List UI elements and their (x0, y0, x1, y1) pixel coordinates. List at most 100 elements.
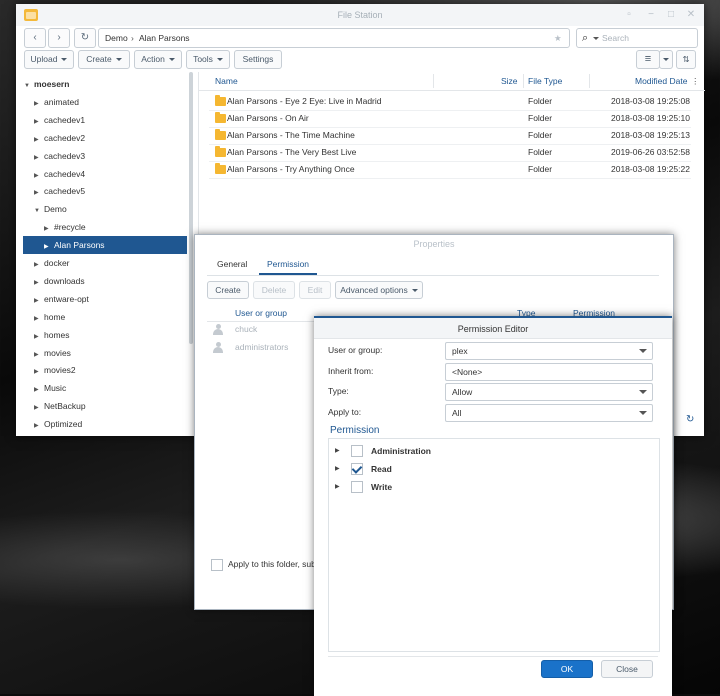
properties-title[interactable]: Properties (195, 235, 673, 253)
tree-item[interactable]: ▶ NetBackup (16, 397, 186, 415)
action-button[interactable]: Action (134, 50, 182, 69)
back-icon: ‹ (33, 32, 37, 43)
view-dropdown-button[interactable] (659, 50, 673, 69)
tools-button[interactable]: Tools (186, 50, 230, 69)
advanced-options-button[interactable]: Advanced options (335, 281, 423, 299)
window-titlebar[interactable]: File Station (16, 4, 704, 26)
file-row[interactable]: Alan Parsons - On Air Folder 2018-03-08 19… (209, 110, 691, 128)
pin-icon[interactable]: ▫ (620, 4, 638, 26)
folder-icon (215, 163, 226, 174)
apply-to-select[interactable]: All (445, 404, 653, 422)
breadcrumb-alan-parsons[interactable]: Alan Parsons (139, 29, 190, 47)
apply-to-subfolders-checkbox[interactable] (211, 559, 223, 571)
tree-item[interactable]: ▶ Optimized (16, 415, 186, 433)
chevron-right-icon[interactable]: ▶ (335, 478, 340, 496)
file-row[interactable]: Alan Parsons - Eye 2 Eye: Live in Madrid… (209, 93, 691, 111)
forward-button[interactable]: › (48, 28, 70, 48)
tree-item[interactable]: ▶ home (16, 308, 186, 326)
breadcrumb-demo[interactable]: Demo (105, 29, 128, 47)
user-or-group-select[interactable]: plex (445, 342, 653, 360)
ok-button[interactable]: OK (541, 660, 593, 678)
upload-button[interactable]: Upload (24, 50, 74, 69)
tab-permission[interactable]: Permission (259, 255, 318, 275)
refresh-button[interactable]: ↻ (74, 28, 96, 48)
apply-to-value: All (452, 408, 462, 418)
group-icon (213, 342, 223, 353)
path-bar[interactable]: Demo › Alan Parsons ★ (98, 28, 570, 48)
tree-item-label: animated (44, 96, 79, 107)
tree-item[interactable]: ▶ movies2 (16, 361, 186, 379)
chevron-down-icon (639, 411, 647, 415)
column-name[interactable]: Name (215, 72, 238, 90)
chevron-right-icon[interactable]: ▶ (34, 417, 44, 435)
tree-item[interactable]: ▶ cachedev2 (16, 129, 186, 147)
minimize-icon[interactable]: − (642, 4, 660, 26)
tree-item[interactable]: ▶ homes (16, 326, 186, 344)
permission-item[interactable]: ▶ Administration (335, 442, 635, 460)
favorite-star-icon[interactable]: ★ (554, 29, 562, 47)
search-dropdown-icon[interactable] (593, 37, 599, 40)
edit-permission-button[interactable]: Edit (299, 281, 331, 299)
column-file-type[interactable]: File Type (528, 72, 562, 90)
breadcrumb-separator-icon: › (131, 33, 134, 43)
search-input[interactable]: ⌕ Search (576, 28, 698, 48)
tree-item[interactable]: ▶ #recycle (16, 218, 186, 236)
tree-item[interactable]: ▶ animated (16, 93, 186, 111)
tree-item[interactable]: ▼ moesern (16, 75, 186, 93)
file-modified: 2018-03-08 19:25:13 (611, 130, 690, 140)
tree-item[interactable]: ▶ movies (16, 344, 186, 362)
file-row[interactable]: Alan Parsons - The Very Best Live Folder 2… (209, 144, 691, 162)
tree-item[interactable]: ▶ cachedev5 (16, 182, 186, 200)
search-placeholder: Search (602, 33, 629, 43)
tab-general[interactable]: General (217, 255, 247, 273)
chevron-right-icon[interactable]: ▶ (335, 460, 340, 478)
tree-item[interactable]: ▼ Demo (16, 200, 186, 218)
file-row[interactable]: Alan Parsons - The Time Machine Folder 201… (209, 127, 691, 145)
tree-item[interactable]: ▶ cachedev1 (16, 111, 186, 129)
create-permission-button[interactable]: Create (207, 281, 249, 299)
permission-checkbox[interactable] (351, 481, 363, 493)
file-row[interactable]: Alan Parsons - Try Anything Once Folder 20… (209, 161, 691, 179)
file-type: Folder (528, 164, 553, 174)
column-size[interactable]: Size (501, 72, 518, 90)
tree-item[interactable]: ▶ docker (16, 254, 186, 272)
column-options-icon[interactable]: ⋮ (691, 72, 700, 90)
user-or-group-label: User or group: (328, 345, 383, 355)
tree-item[interactable]: ▶ downloads (16, 272, 186, 290)
maximize-icon[interactable]: □ (662, 4, 680, 26)
chevron-right-icon[interactable]: ▶ (335, 442, 340, 460)
tree-item[interactable]: ▶ cachedev4 (16, 165, 186, 183)
permission-item[interactable]: ▶ Read (335, 460, 635, 478)
refresh-icon[interactable]: ↻ (686, 414, 698, 426)
column-modified-date[interactable]: Modified Date (635, 72, 687, 90)
tree-item[interactable]: ▶ entware-opt (16, 290, 186, 308)
tree-item-label: cachedev5 (44, 186, 86, 197)
tree-scrollbar[interactable] (189, 72, 193, 344)
inherit-from-field: <None> (445, 363, 653, 381)
column-user-or-group[interactable]: User or group (235, 305, 287, 321)
tree-item[interactable]: ▶ cachedev3 (16, 147, 186, 165)
folder-icon (215, 146, 226, 157)
tools-label: Tools (193, 54, 213, 64)
permission-checkbox[interactable] (351, 463, 363, 475)
permission-checkbox[interactable] (351, 445, 363, 457)
tree-item-label: entware-opt (44, 293, 89, 304)
chevron-down-icon (639, 349, 647, 353)
toolbar: Upload Create Action Tools Settings ≡ ⇅ (16, 50, 704, 74)
sort-button[interactable]: ⇅ (676, 50, 696, 69)
tree-item[interactable]: ▶ Alan Parsons (23, 236, 187, 255)
tree-item-label: NetBackup (44, 401, 86, 412)
permission-label: Write (371, 482, 393, 492)
back-button[interactable]: ‹ (24, 28, 46, 48)
view-menu-button[interactable]: ≡ (636, 50, 660, 69)
close-button[interactable]: Close (601, 660, 653, 678)
permission-item[interactable]: ▶ Write (335, 478, 635, 496)
chevron-down-icon (61, 58, 68, 62)
delete-permission-button[interactable]: Delete (253, 281, 295, 299)
settings-button[interactable]: Settings (234, 50, 282, 69)
type-select[interactable]: Allow (445, 383, 653, 401)
tree-item[interactable]: ▶ Music (16, 379, 186, 397)
close-icon[interactable]: ✕ (682, 4, 700, 26)
type-label: Type: (328, 386, 349, 396)
create-button[interactable]: Create (78, 50, 130, 69)
